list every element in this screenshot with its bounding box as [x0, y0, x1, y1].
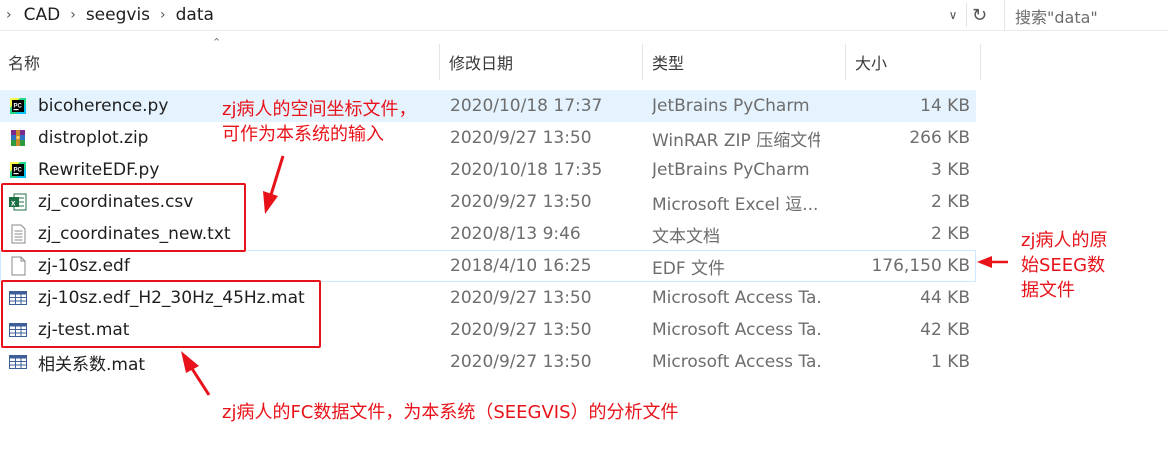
svg-text:PC: PC	[14, 104, 23, 110]
svg-text:PC: PC	[14, 168, 23, 174]
file-row[interactable]: PC RewriteEDF.py 2020/10/18 17:35 JetBra…	[0, 154, 976, 186]
chevron-right-icon[interactable]: ›	[160, 7, 166, 23]
file-size: 2 KB	[930, 224, 970, 244]
pycharm-icon: PC	[10, 162, 26, 178]
file-size: 266 KB	[909, 128, 970, 148]
search-input[interactable]: 搜索"data"	[1004, 0, 1168, 31]
file-date: 2020/9/27 13:50	[450, 352, 592, 372]
column-header-size[interactable]: 大小	[855, 44, 975, 80]
file-date: 2020/9/27 13:50	[450, 192, 592, 212]
annotation-line: zj病人的空间坐标文件，	[222, 99, 417, 120]
file-name[interactable]: 相关系数.mat	[38, 346, 438, 378]
annotation-edf: zj病人的原 始SEEG数 据文件	[1021, 228, 1107, 303]
file-name[interactable]: zj-10sz.edf	[38, 250, 438, 282]
file-size: 3 KB	[930, 160, 970, 180]
annotation-line: 可作为本系统的输入	[222, 124, 384, 145]
file-size: 1 KB	[930, 352, 970, 372]
annotation-line: zj病人的原	[1021, 230, 1108, 251]
file-name[interactable]: RewriteEDF.py	[38, 154, 438, 186]
file-row[interactable]: distroplot.zip 2020/9/27 13:50 WinRAR ZI…	[0, 122, 976, 154]
file-type: EDF 文件	[652, 258, 726, 279]
annotation-fc: zj病人的FC数据文件，为本系统（SEEGVIS）的分析文件	[222, 402, 679, 423]
annotation-coordinates: zj病人的空间坐标文件， 可作为本系统的输入	[222, 97, 416, 147]
chevron-right-icon[interactable]: ›	[70, 7, 76, 23]
file-size: 42 KB	[920, 320, 970, 340]
access-table-icon	[9, 355, 27, 369]
file-size: 176,150 KB	[871, 256, 970, 276]
address-bar: › CAD › seegvis › data ∨ ↻ 搜索"data"	[0, 0, 1168, 31]
column-divider[interactable]	[642, 44, 643, 80]
refresh-icon[interactable]: ↻	[966, 3, 992, 27]
file-type: WinRAR ZIP 压缩文件	[652, 130, 820, 151]
file-type: Microsoft Access Ta...	[652, 352, 820, 372]
file-date: 2020/10/18 17:37	[450, 96, 603, 116]
file-type: Microsoft Access Ta...	[652, 288, 820, 308]
file-row[interactable]: 相关系数.mat 2020/9/27 13:50 Microsoft Acces…	[0, 346, 976, 378]
file-date: 2020/9/27 13:50	[450, 128, 592, 148]
file-size: 44 KB	[920, 288, 970, 308]
breadcrumb: › CAD › seegvis › data	[6, 4, 214, 26]
column-header-name[interactable]: 名称	[8, 44, 438, 80]
winrar-icon	[11, 130, 25, 146]
file-date: 2020/8/13 9:46	[450, 224, 581, 244]
file-size: 14 KB	[920, 96, 970, 116]
breadcrumb-item-seegvis[interactable]: seegvis	[86, 5, 150, 25]
file-date: 2018/4/10 16:25	[450, 256, 592, 276]
arrow-from-edf	[977, 256, 1008, 268]
breadcrumb-item-cad[interactable]: CAD	[24, 5, 61, 25]
column-divider[interactable]	[439, 44, 440, 80]
column-divider[interactable]	[980, 44, 981, 80]
annotation-line: 始SEEG数	[1021, 255, 1106, 276]
blank-file-icon	[11, 256, 26, 276]
file-row[interactable]: zj-10sz.edf 2018/4/10 16:25 EDF 文件 176,1…	[0, 250, 976, 282]
file-date: 2020/10/18 17:35	[450, 160, 603, 180]
file-type: JetBrains PyCharm	[652, 160, 810, 180]
column-header-date[interactable]: 修改日期	[449, 44, 639, 80]
file-type: 文本文档	[652, 226, 720, 247]
file-type: Microsoft Excel 逗...	[652, 194, 819, 215]
file-type: JetBrains PyCharm	[652, 96, 810, 116]
chevron-right-icon[interactable]: ›	[6, 7, 12, 23]
file-date: 2020/9/27 13:50	[450, 288, 592, 308]
file-row[interactable]: PC bicoherence.py 2020/10/18 17:37 JetBr…	[0, 90, 976, 122]
file-type: Microsoft Access Ta...	[652, 320, 820, 340]
annotation-line: 据文件	[1021, 280, 1075, 301]
breadcrumb-item-data[interactable]: data	[176, 5, 214, 25]
pycharm-icon: PC	[10, 98, 26, 114]
highlight-box-mat-files	[1, 280, 321, 348]
file-size: 2 KB	[930, 192, 970, 212]
column-header-type[interactable]: 类型	[652, 44, 842, 80]
highlight-box-coordinates	[1, 183, 246, 252]
column-divider[interactable]	[845, 44, 846, 80]
file-date: 2020/9/27 13:50	[450, 320, 592, 340]
chevron-down-icon[interactable]: ∨	[944, 6, 962, 24]
